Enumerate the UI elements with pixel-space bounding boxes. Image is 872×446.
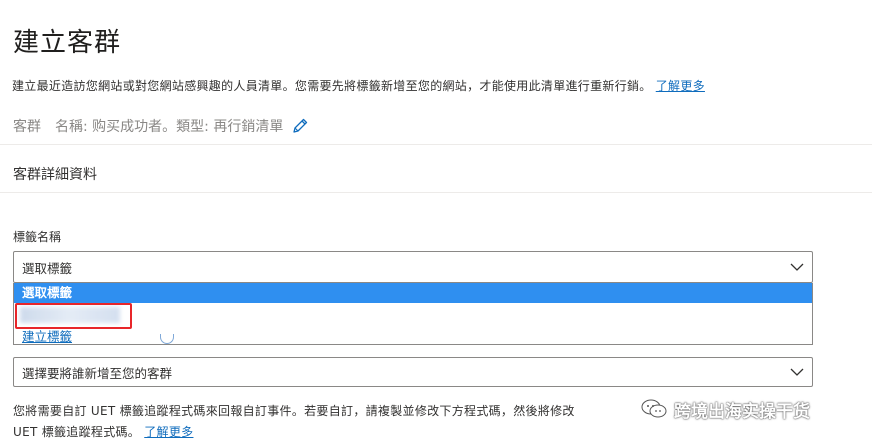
- divider-section: [0, 192, 872, 193]
- tag-name-select[interactable]: 選取標籤: [13, 251, 813, 283]
- uet-learn-more-link[interactable]: 了解更多: [144, 425, 193, 439]
- page-description: 建立最近造訪您網站或對您網站感興趣的人員清單。您需要先將標籤新增至您的網站，才能…: [12, 77, 705, 94]
- chevron-down-icon: [790, 263, 804, 271]
- audience-type: 類型: 再行銷清單: [176, 119, 284, 135]
- wechat-icon: [641, 399, 667, 418]
- tag-name-label: 標籤名稱: [13, 230, 62, 244]
- audience-name: 名稱: 购买成功者。: [55, 119, 177, 135]
- who-to-add-value: 選擇要將誰新增至您的客群: [22, 365, 173, 381]
- audience-summary: 客群 名稱: 购买成功者。 類型: 再行銷清單: [13, 116, 309, 136]
- description-text: 建立最近造訪您網站或對您網站感興趣的人員清單。您需要先將標籤新增至您的網站，才能…: [12, 79, 652, 93]
- section-title: 客群詳細資料: [13, 167, 97, 183]
- uet-instructions-line2: UET 標籤追蹤程式碼。 了解更多: [13, 423, 193, 440]
- audience-label: 客群: [13, 119, 41, 135]
- watermark: 跨境出海实操干货: [640, 396, 810, 422]
- page-title: 建立客群: [13, 28, 122, 58]
- who-to-add-select[interactable]: 選擇要將誰新增至您的客群: [13, 357, 813, 387]
- chevron-down-icon: [790, 368, 804, 376]
- highlight-box: [15, 303, 132, 329]
- divider-top: [0, 144, 872, 145]
- watermark-text: 跨境出海实操干货: [674, 401, 810, 422]
- uet-line2-text: UET 標籤追蹤程式碼。: [13, 425, 141, 439]
- dropdown-option-select-tag[interactable]: 選取標籤: [14, 283, 812, 303]
- learn-more-link[interactable]: 了解更多: [656, 79, 705, 93]
- tag-select-value: 選取標籤: [22, 260, 73, 276]
- uet-instructions-line1: 您將需要自訂 UET 標籤追蹤程式碼來回報自訂事件。若要自訂，請複製並修改下方程…: [13, 404, 575, 418]
- tag-dropdown-list: 選取標籤 建立標籤: [13, 283, 813, 345]
- pencil-icon[interactable]: [291, 117, 309, 135]
